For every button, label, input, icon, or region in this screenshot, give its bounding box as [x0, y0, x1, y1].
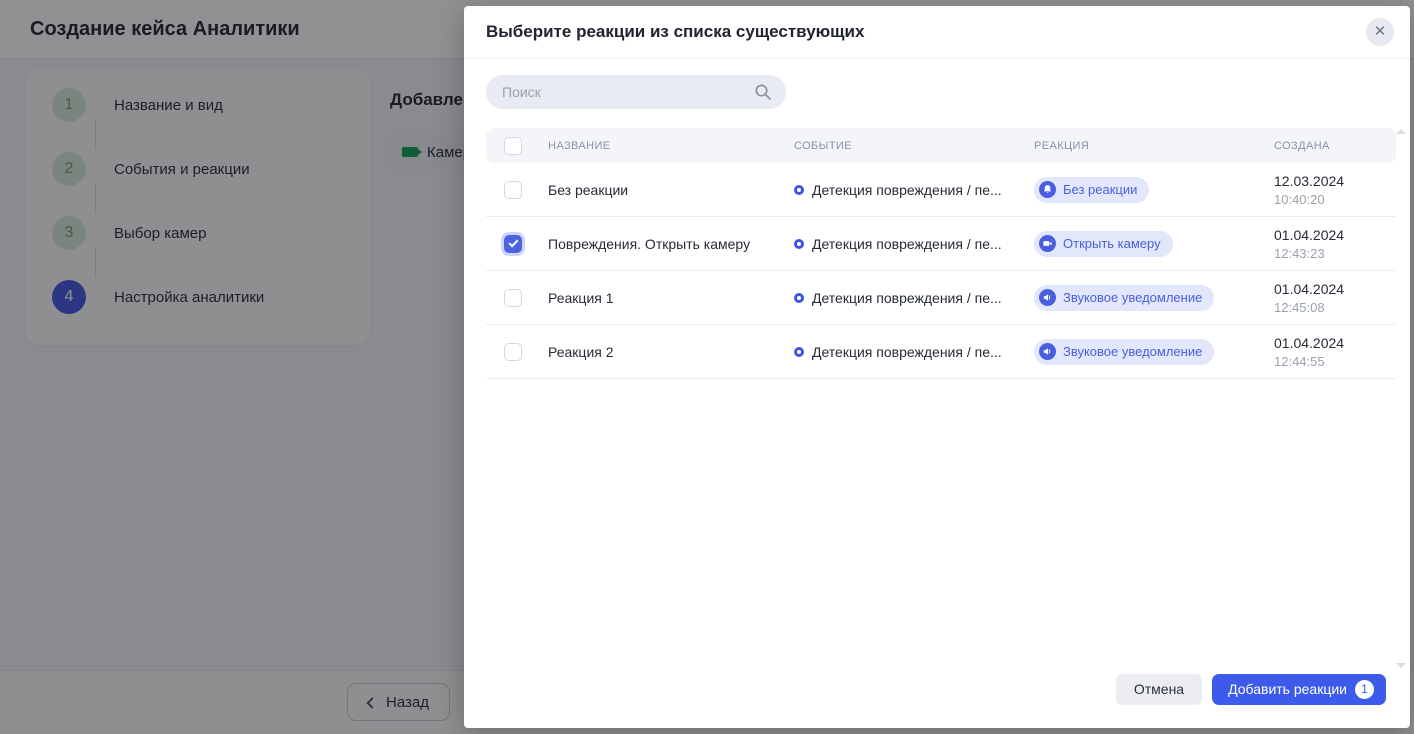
reaction-badge: Звуковое уведомление	[1034, 285, 1214, 311]
cancel-button[interactable]: Отмена	[1116, 674, 1202, 705]
scroll-up-icon[interactable]	[1396, 129, 1406, 134]
table-row[interactable]: Без реакции Детекция повреждения / пе...…	[486, 163, 1396, 217]
created-time: 10:40:20	[1274, 192, 1396, 207]
table-row[interactable]: Повреждения. Открыть камеру Детекция пов…	[486, 217, 1396, 271]
event-label: Детекция повреждения / пе...	[812, 344, 1002, 360]
reaction-name: Реакция 2	[548, 344, 794, 360]
close-icon: ✕	[1374, 18, 1387, 46]
created-cell: 12.03.2024 10:40:20	[1274, 173, 1396, 207]
reaction-badge-label: Без реакции	[1063, 182, 1137, 197]
created-date: 01.04.2024	[1274, 227, 1396, 243]
search-icon	[754, 83, 772, 101]
reactions-table: НАЗВАНИЕ СОБЫТИЕ РЕАКЦИЯ СОЗДАНА Без реа…	[486, 128, 1396, 379]
row-checkbox[interactable]	[504, 235, 522, 253]
event-ring-icon	[794, 293, 804, 303]
close-button[interactable]: ✕	[1366, 18, 1394, 46]
event-cell: Детекция повреждения / пе...	[794, 344, 1034, 360]
selected-count-badge: 1	[1355, 680, 1374, 699]
event-cell: Детекция повреждения / пе...	[794, 236, 1034, 252]
scroll-down-icon[interactable]	[1396, 663, 1406, 668]
modal-body: НАЗВАНИЕ СОБЫТИЕ РЕАКЦИЯ СОЗДАНА Без реа…	[464, 59, 1410, 664]
speaker-icon	[1039, 343, 1056, 360]
created-time: 12:44:55	[1274, 354, 1396, 369]
created-time: 12:43:23	[1274, 246, 1396, 261]
event-label: Детекция повреждения / пе...	[812, 182, 1002, 198]
column-header-name: НАЗВАНИЕ	[548, 140, 794, 152]
event-ring-icon	[794, 239, 804, 249]
event-cell: Детекция повреждения / пе...	[794, 182, 1034, 198]
column-header-created: СОЗДАНА	[1274, 140, 1396, 152]
speaker-icon	[1039, 289, 1056, 306]
created-date: 01.04.2024	[1274, 335, 1396, 351]
search-box[interactable]	[486, 75, 786, 109]
reaction-badge: Открыть камеру	[1034, 231, 1173, 257]
created-cell: 01.04.2024 12:45:08	[1274, 281, 1396, 315]
reaction-name: Без реакции	[548, 182, 794, 198]
event-ring-icon	[794, 185, 804, 195]
add-reactions-button[interactable]: Добавить реакции 1	[1212, 674, 1386, 705]
row-checkbox[interactable]	[504, 289, 522, 307]
video-camera-icon	[1039, 235, 1056, 252]
created-cell: 01.04.2024 12:43:23	[1274, 227, 1396, 261]
created-cell: 01.04.2024 12:44:55	[1274, 335, 1396, 369]
created-date: 01.04.2024	[1274, 281, 1396, 297]
reaction-name: Повреждения. Открыть камеру	[548, 236, 794, 252]
modal-footer: Отмена Добавить реакции 1	[464, 664, 1410, 728]
column-header-event: СОБЫТИЕ	[794, 140, 1034, 152]
select-all-checkbox[interactable]	[504, 137, 522, 155]
reaction-badge-label: Звуковое уведомление	[1063, 344, 1202, 359]
column-header-reaction: РЕАКЦИЯ	[1034, 140, 1274, 152]
modal-header: Выберите реакции из списка существующих …	[464, 6, 1410, 59]
reaction-badge: Без реакции	[1034, 177, 1149, 203]
event-ring-icon	[794, 347, 804, 357]
created-time: 12:45:08	[1274, 300, 1396, 315]
row-checkbox[interactable]	[504, 181, 522, 199]
modal-title: Выберите реакции из списка существующих	[486, 22, 1366, 42]
created-date: 12.03.2024	[1274, 173, 1396, 189]
reaction-badge-label: Звуковое уведомление	[1063, 290, 1202, 305]
table-row[interactable]: Реакция 1 Детекция повреждения / пе... З…	[486, 271, 1396, 325]
row-checkbox[interactable]	[504, 343, 522, 361]
select-reactions-modal: Выберите реакции из списка существующих …	[464, 6, 1410, 728]
bell-icon	[1039, 181, 1056, 198]
search-input[interactable]	[502, 84, 754, 100]
reaction-name: Реакция 1	[548, 290, 794, 306]
event-cell: Детекция повреждения / пе...	[794, 290, 1034, 306]
add-reactions-label: Добавить реакции	[1228, 681, 1347, 697]
event-label: Детекция повреждения / пе...	[812, 236, 1002, 252]
reaction-badge: Звуковое уведомление	[1034, 339, 1214, 365]
table-row[interactable]: Реакция 2 Детекция повреждения / пе... З…	[486, 325, 1396, 379]
table-header-row: НАЗВАНИЕ СОБЫТИЕ РЕАКЦИЯ СОЗДАНА	[486, 128, 1396, 163]
reaction-badge-label: Открыть камеру	[1063, 236, 1161, 251]
event-label: Детекция повреждения / пе...	[812, 290, 1002, 306]
